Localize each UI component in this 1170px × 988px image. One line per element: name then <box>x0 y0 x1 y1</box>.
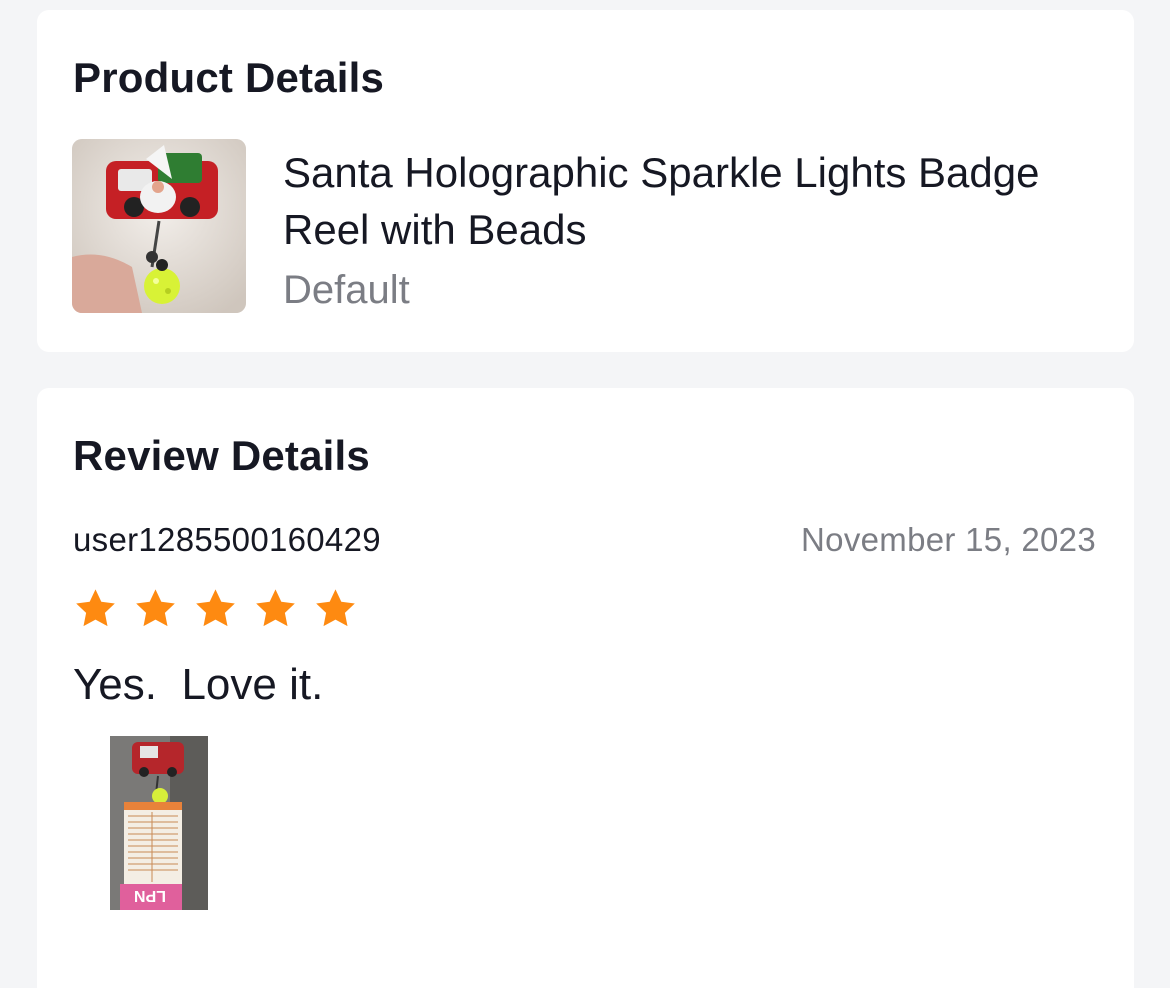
product-thumbnail[interactable] <box>72 139 246 313</box>
review-details-title: Review Details <box>73 432 370 479</box>
review-photo-image: LPN <box>110 736 208 910</box>
review-photo[interactable]: LPN <box>110 736 208 910</box>
review-date: November 15, 2023 <box>801 521 1096 558</box>
star-icon <box>256 589 295 627</box>
review-details-card: Review Details user1285500160429 Novembe… <box>37 388 1134 988</box>
product-image <box>72 139 246 313</box>
star-icon <box>316 589 355 627</box>
star-icon <box>76 589 115 627</box>
product-details-card: Product Details Santa Holographic Sparkl… <box>37 10 1134 352</box>
lpn-badge-text: LPN <box>134 887 166 904</box>
product-details-title: Product Details <box>73 54 385 101</box>
product-variant: Default <box>283 268 410 312</box>
star-rating <box>73 586 358 631</box>
reviewer-username: user1285500160429 <box>73 521 381 558</box>
product-name[interactable]: Santa Holographic Sparkle Lights Badge R… <box>283 144 1043 258</box>
star-icon <box>136 589 175 627</box>
review-text: Yes. Love it. <box>73 660 324 709</box>
star-icon <box>196 589 235 627</box>
